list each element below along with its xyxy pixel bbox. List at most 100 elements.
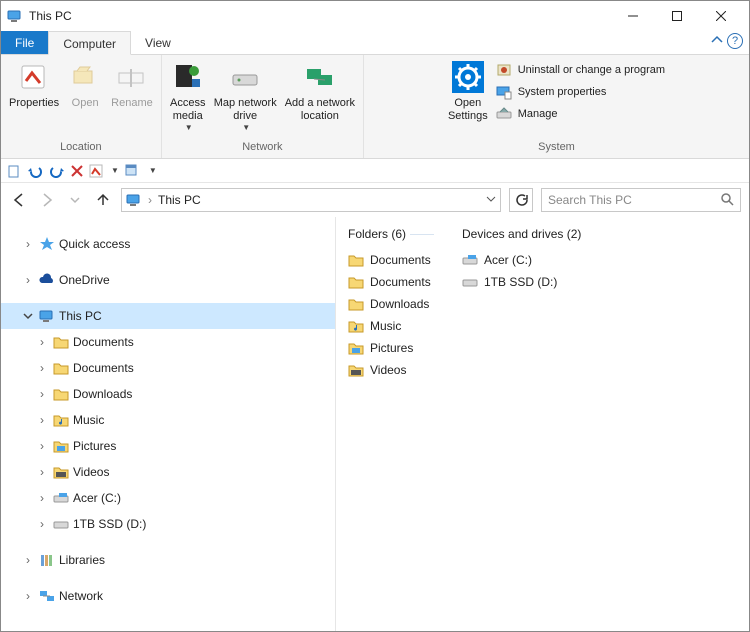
ribbon-tabs: File Computer View ? [1, 31, 749, 55]
help-icon[interactable]: ? [727, 33, 743, 49]
nav-downloads[interactable]: ›Downloads [1, 381, 335, 407]
folder-icon [53, 334, 69, 350]
map-drive-icon [229, 59, 261, 95]
search-input[interactable] [548, 193, 720, 207]
nav-this-pc[interactable]: This PC [1, 303, 335, 329]
videos-folder-icon [348, 362, 364, 378]
close-button[interactable] [699, 2, 743, 30]
qat-view-dropdown-icon[interactable]: ▼ [149, 166, 157, 175]
chevron-right-icon[interactable]: › [21, 589, 35, 603]
chevron-right-icon[interactable]: › [21, 273, 35, 287]
nav-documents-2[interactable]: ›Documents [1, 355, 335, 381]
open-settings-button[interactable]: Open Settings [444, 57, 492, 125]
nav-onedrive[interactable]: › OneDrive [1, 267, 335, 293]
nav-videos[interactable]: ›Videos [1, 459, 335, 485]
nav-music[interactable]: ›Music [1, 407, 335, 433]
folder-music[interactable]: Music [348, 315, 434, 337]
chevron-right-icon[interactable]: › [35, 491, 49, 505]
this-pc-icon [126, 192, 142, 208]
chevron-right-icon[interactable]: › [35, 439, 49, 453]
maximize-button[interactable] [655, 2, 699, 30]
qat-new-icon[interactable] [7, 164, 21, 178]
drive-icon [462, 252, 478, 268]
divider [410, 234, 434, 235]
drive-icon [462, 274, 478, 290]
music-folder-icon [53, 412, 69, 428]
nav-libraries[interactable]: ›Libraries [1, 547, 335, 573]
nav-drive-c[interactable]: ›Acer (C:) [1, 485, 335, 511]
chevron-right-icon[interactable]: › [35, 335, 49, 349]
drive-icon [53, 490, 69, 506]
group-header-folders[interactable]: Folders (6) [348, 227, 434, 241]
libraries-icon [39, 552, 55, 568]
refresh-button[interactable] [509, 188, 533, 212]
minimize-button[interactable] [611, 2, 655, 30]
properties-button[interactable]: Properties [5, 57, 63, 112]
chevron-right-icon[interactable]: › [35, 387, 49, 401]
ribbon-group-location: Properties Open Rename Location [1, 55, 162, 158]
open-button[interactable]: Open [63, 57, 107, 112]
rename-button[interactable]: Rename [107, 57, 157, 112]
nav-documents[interactable]: ›Documents [1, 329, 335, 355]
breadcrumb-sep-icon: › [148, 193, 152, 207]
manage-button[interactable]: Manage [492, 103, 669, 125]
address-dropdown-icon[interactable] [486, 193, 496, 207]
access-media-button[interactable]: Access media▼ [166, 57, 210, 134]
address-box[interactable]: › This PC [121, 188, 501, 212]
nav-quick-access[interactable]: › Quick access [1, 231, 335, 257]
chevron-right-icon[interactable]: › [35, 517, 49, 531]
tab-view[interactable]: View [131, 31, 185, 54]
folder-downloads[interactable]: Downloads [348, 293, 434, 315]
network-icon [39, 588, 55, 604]
properties-qat-icon[interactable] [89, 164, 103, 178]
group-label-location: Location [60, 141, 102, 153]
add-network-location-button[interactable]: Add a network location [281, 57, 359, 125]
tab-computer[interactable]: Computer [48, 31, 131, 55]
music-folder-icon [348, 318, 364, 334]
chevron-right-icon[interactable]: › [35, 413, 49, 427]
chevron-down-icon[interactable] [21, 309, 35, 323]
folder-documents[interactable]: Documents [348, 249, 434, 271]
nav-back-button[interactable] [9, 190, 29, 210]
search-box[interactable] [541, 188, 741, 212]
folder-icon [348, 296, 364, 312]
uninstall-icon [496, 62, 512, 78]
this-pc-icon [7, 8, 23, 24]
folder-videos[interactable]: Videos [348, 359, 434, 381]
qat-dropdown-icon[interactable]: ▼ [111, 166, 119, 175]
map-network-drive-button[interactable]: Map network drive▼ [210, 57, 281, 134]
search-icon [720, 192, 734, 209]
delete-icon[interactable] [71, 165, 83, 177]
drive-d[interactable]: 1TB SSD (D:) [462, 271, 572, 293]
main-area: › Quick access › OneDrive This PC ›Docum… [1, 217, 749, 631]
folder-documents-2[interactable]: Documents [348, 271, 434, 293]
group-header-drives[interactable]: Devices and drives (2) [462, 227, 585, 241]
minimize-ribbon-icon[interactable] [711, 34, 723, 49]
ribbon: Properties Open Rename Location Access m… [1, 55, 749, 159]
settings-icon [451, 59, 485, 95]
redo-icon[interactable] [49, 164, 65, 178]
folder-icon [348, 252, 364, 268]
undo-icon[interactable] [27, 164, 43, 178]
system-properties-button[interactable]: System properties [492, 81, 669, 103]
chevron-right-icon[interactable]: › [21, 237, 35, 251]
qat-view-icon[interactable] [125, 164, 141, 178]
nav-forward-button[interactable] [37, 190, 57, 210]
address-location[interactable]: This PC [158, 193, 201, 207]
nav-network[interactable]: ›Network [1, 583, 335, 609]
nav-up-button[interactable] [93, 190, 113, 210]
drive-c[interactable]: Acer (C:) [462, 249, 572, 271]
chevron-right-icon[interactable]: › [21, 553, 35, 567]
pictures-folder-icon [53, 438, 69, 454]
nav-pictures[interactable]: ›Pictures [1, 433, 335, 459]
system-properties-icon [496, 84, 512, 100]
chevron-right-icon[interactable]: › [35, 465, 49, 479]
folder-pictures[interactable]: Pictures [348, 337, 434, 359]
folder-icon [348, 274, 364, 290]
group-label-system: System [538, 141, 575, 153]
nav-drive-d[interactable]: ›1TB SSD (D:) [1, 511, 335, 537]
nav-recent-button[interactable] [65, 190, 85, 210]
uninstall-program-button[interactable]: Uninstall or change a program [492, 59, 669, 81]
chevron-right-icon[interactable]: › [35, 361, 49, 375]
tab-file[interactable]: File [1, 31, 48, 54]
